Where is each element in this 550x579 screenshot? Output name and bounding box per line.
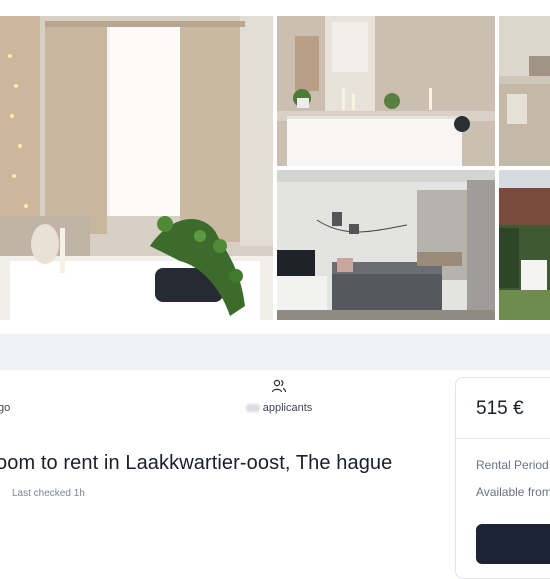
main-photo[interactable] (0, 16, 273, 320)
applicants-label: applicants (262, 402, 313, 414)
users-icon (271, 378, 287, 394)
pricing-card: 515 € Rental Period Available from (455, 377, 550, 579)
last-checked: Last checked 1h (12, 488, 85, 499)
photo-garden[interactable] (499, 170, 550, 320)
price: 515 € (476, 398, 524, 419)
card-divider (456, 438, 550, 439)
available-from-label: Available from (476, 485, 550, 499)
tab-strip (0, 334, 550, 370)
photo-dresser[interactable] (277, 16, 495, 166)
listing-title: oom to rent in Laakkwartier-oost, The ha… (0, 452, 393, 474)
photo-living-room[interactable] (277, 170, 495, 320)
photo-kitchen[interactable] (499, 16, 550, 166)
applicant-count-blurred (245, 404, 260, 412)
applicants-info: applicants (244, 378, 314, 418)
posted-time: go (0, 402, 11, 414)
rental-period-label: Rental Period (476, 458, 549, 472)
top-bar (0, 0, 550, 16)
apply-button[interactable] (476, 524, 550, 564)
photo-gallery (0, 16, 550, 322)
